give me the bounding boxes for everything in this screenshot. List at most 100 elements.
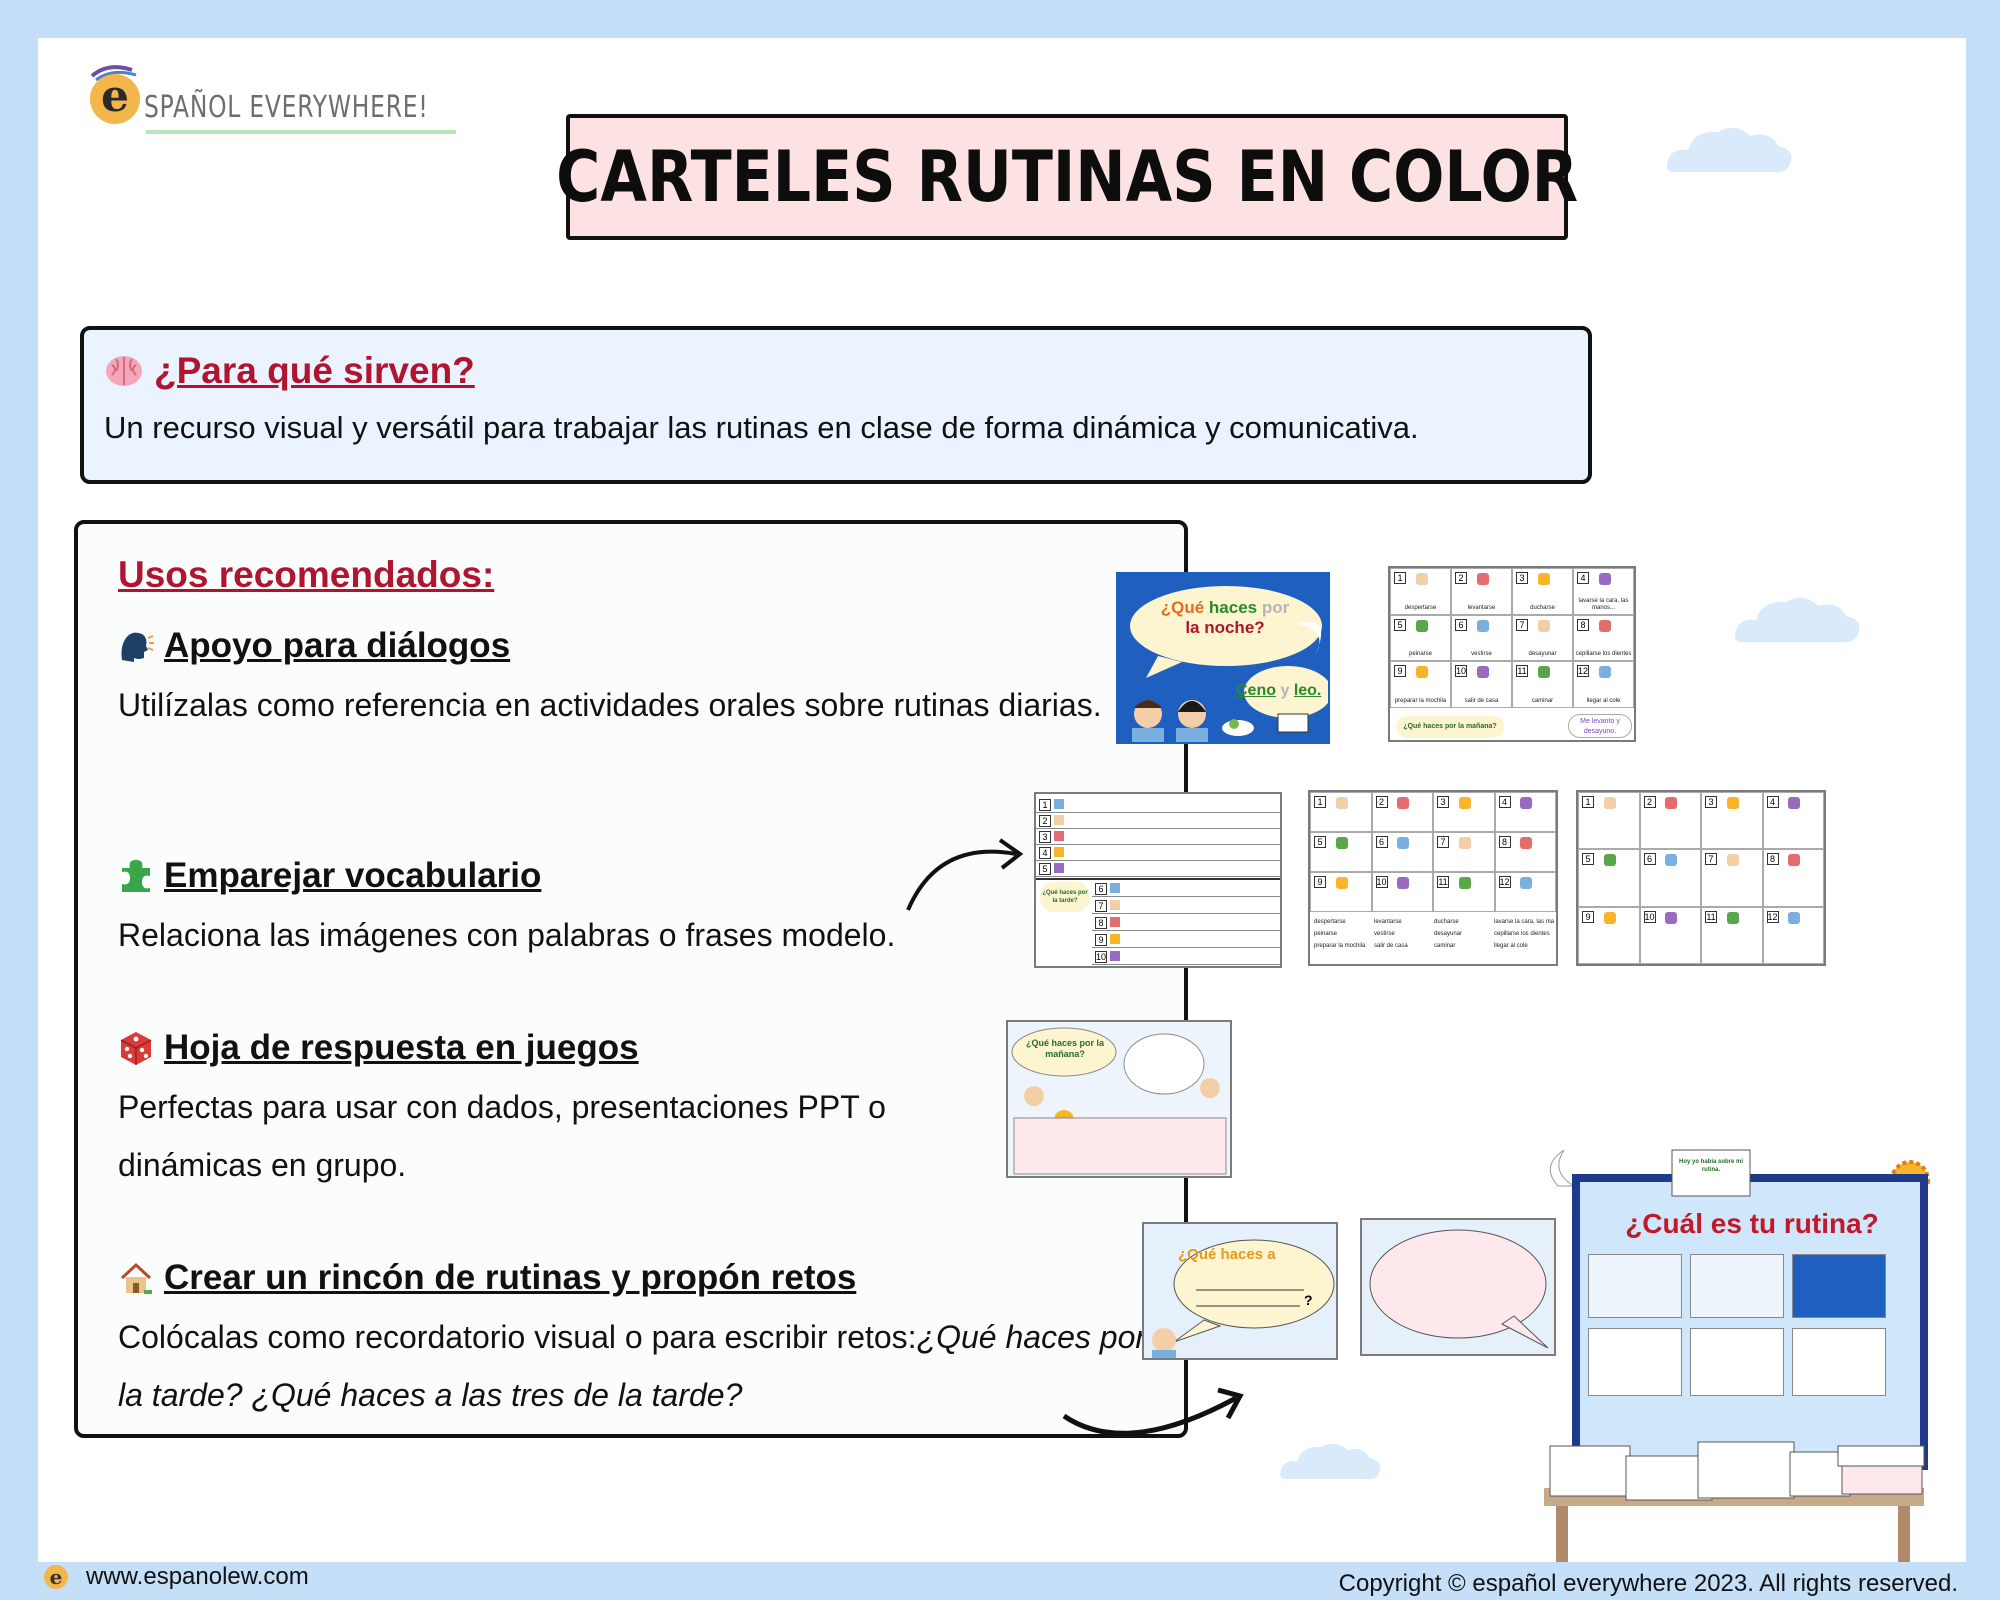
grid-cell: 12 llegar al cole <box>1573 661 1634 708</box>
cell-number: 5 <box>1039 863 1051 875</box>
routine-label: vestirse <box>1471 651 1492 658</box>
board-poster <box>1690 1254 1784 1318</box>
routine-picture-icon <box>1110 934 1120 944</box>
morning-question: ¿Qué haces por la mañana? <box>1025 1038 1105 1059</box>
routine-picture-icon <box>1537 573 1550 585</box>
grid-cell: 9 <box>1578 906 1640 964</box>
routine-picture-icon <box>1788 854 1801 867</box>
speaking-head-icon <box>121 632 154 662</box>
cell-number: 10 <box>1095 951 1107 963</box>
cell-number: 12 <box>1577 665 1589 678</box>
speech-bubble-icon <box>1369 1229 1549 1349</box>
board-title: ¿Cuál es tu rutina? <box>1625 1208 1879 1239</box>
website-link[interactable]: www.espanolew.com <box>86 1563 309 1591</box>
word-bank-item: caminar <box>1434 943 1456 949</box>
cell-number: 1 <box>1039 799 1051 811</box>
cell-number: 8 <box>1498 836 1511 848</box>
routine-label: cepillarse los dientes <box>1575 651 1632 658</box>
cell-number: 4 <box>1498 796 1511 808</box>
word-bank-item: ducharse <box>1434 919 1459 925</box>
question-mark: ? <box>1304 1292 1313 1308</box>
grid-cell: 6 vestirse <box>1451 614 1512 662</box>
routine-picture-icon <box>1665 797 1678 809</box>
strip-row: 8 <box>1092 914 1280 931</box>
word-bank-item: peinarse <box>1314 931 1338 937</box>
cell-number: 5 <box>1394 618 1406 631</box>
routine-bubble-right: Me levanto y desayuno. <box>1568 714 1632 738</box>
cell-number: 7 <box>1095 900 1107 912</box>
use-title: Apoyo para diálogos <box>164 626 511 665</box>
word-bank-item: preparar la mochila <box>1314 943 1366 949</box>
grid-cell: 7 desayunar <box>1512 614 1573 662</box>
grid-cell: 10 salir de casa <box>1451 661 1512 708</box>
grid-cell: 10 <box>1371 872 1433 912</box>
copyright: Copyright © español everywhere 2023. All… <box>1338 1570 1958 1597</box>
uses-box: Usos recomendados: Apoyo para diálogos U… <box>74 520 1188 1438</box>
routine-picture-icon <box>1598 573 1611 585</box>
cell-number: 4 <box>1039 847 1051 859</box>
grid-cell: 5 <box>1310 832 1372 872</box>
routine-picture-icon <box>1788 911 1801 924</box>
arrow-icon <box>906 838 1024 911</box>
routine-picture-icon <box>1476 666 1489 679</box>
word-bank: despertarse levantarse ducharse lavarse la … <box>1314 916 1554 952</box>
strip-row: 1 <box>1036 796 1280 813</box>
word-bank-item: salir de casa <box>1374 943 1408 949</box>
routine-picture-icon <box>1537 666 1550 679</box>
cell-number: 10 <box>1375 876 1388 888</box>
grid-cell: 10 <box>1639 906 1701 964</box>
routine-picture-icon <box>1603 911 1616 924</box>
grid-cell: 3 ducharse <box>1512 568 1573 615</box>
routine-label: ducharse <box>1530 604 1555 611</box>
footer-logo-icon: e <box>44 1565 68 1589</box>
strip-row: 2 <box>1036 812 1280 829</box>
routine-picture-icon <box>1520 797 1533 809</box>
board-poster <box>1792 1254 1886 1318</box>
strip-row: 9 <box>1092 931 1280 948</box>
board-banner: Hoy yo había sobre mi rutina. <box>1678 1159 1744 1173</box>
logo-text: SPAÑOL EVERYWHERE! <box>144 90 429 125</box>
cell-number: 9 <box>1582 910 1594 923</box>
grid-cell: 12 <box>1762 906 1824 964</box>
use-title: Crear un rincón de rutinas y propón reto… <box>164 1258 857 1297</box>
cell-number: 1 <box>1582 796 1594 808</box>
use-section-dialogues: Apoyo para diálogos Utilízalas como refe… <box>118 624 1168 734</box>
brand-logo: e SPAÑOL EVERYWHERE! <box>86 62 486 134</box>
cell-number: 8 <box>1766 853 1779 866</box>
logo-letter: e <box>90 74 140 124</box>
routine-picture-icon <box>1054 863 1064 873</box>
grid-cell: 12 <box>1494 872 1556 912</box>
routine-picture-icon <box>1335 797 1348 809</box>
cell-number: 8 <box>1095 917 1107 929</box>
uses-heading-wrap: Usos recomendados: <box>118 554 494 596</box>
routine-picture-icon <box>1476 573 1489 585</box>
use-section-corner: Crear un rincón de rutinas y propón reto… <box>118 1256 1168 1424</box>
cloud-icon <box>1734 597 1860 643</box>
routine-label: despertarse <box>1404 604 1437 611</box>
word-bank-item: despertarse <box>1314 919 1346 925</box>
cell-number: 2 <box>1039 815 1051 827</box>
routine-picture-icon <box>1726 854 1739 867</box>
strip-row: 10 <box>1092 948 1280 965</box>
routine-picture-icon <box>1415 573 1428 585</box>
cell-number: 2 <box>1455 572 1467 584</box>
routine-label: levantarse <box>1467 604 1496 611</box>
routine-picture-icon <box>1598 619 1611 632</box>
grid-cell: 4 <box>1494 792 1556 832</box>
brain-icon <box>106 356 142 386</box>
routine-picture-icon <box>1335 877 1348 889</box>
grid-cell: 4 lavarse la cara, las manos... <box>1573 568 1634 615</box>
page-title: CARTELES RUTINAS EN COLOR <box>556 136 1578 218</box>
routine-picture-icon <box>1054 847 1064 857</box>
use-section-games: Hoja de respuesta en juegos Perfectas pa… <box>118 1026 1018 1194</box>
routine-picture-icon <box>1598 666 1611 679</box>
routine-picture-icon <box>1726 797 1739 809</box>
cell-number: 2 <box>1643 796 1656 808</box>
routine-picture-icon <box>1054 799 1064 809</box>
use-body: Utilízalas como referencia en actividade… <box>118 687 1102 723</box>
routine-picture-icon <box>1520 837 1533 849</box>
routine-corner-illustration: Hoy yo había sobre mi rutina. ¿Cuál es t… <box>1530 1146 1934 1562</box>
cell-number: 10 <box>1455 665 1467 678</box>
grid-cell: 7 <box>1433 832 1495 872</box>
grid-cell: 9 preparar la mochila <box>1390 661 1451 708</box>
